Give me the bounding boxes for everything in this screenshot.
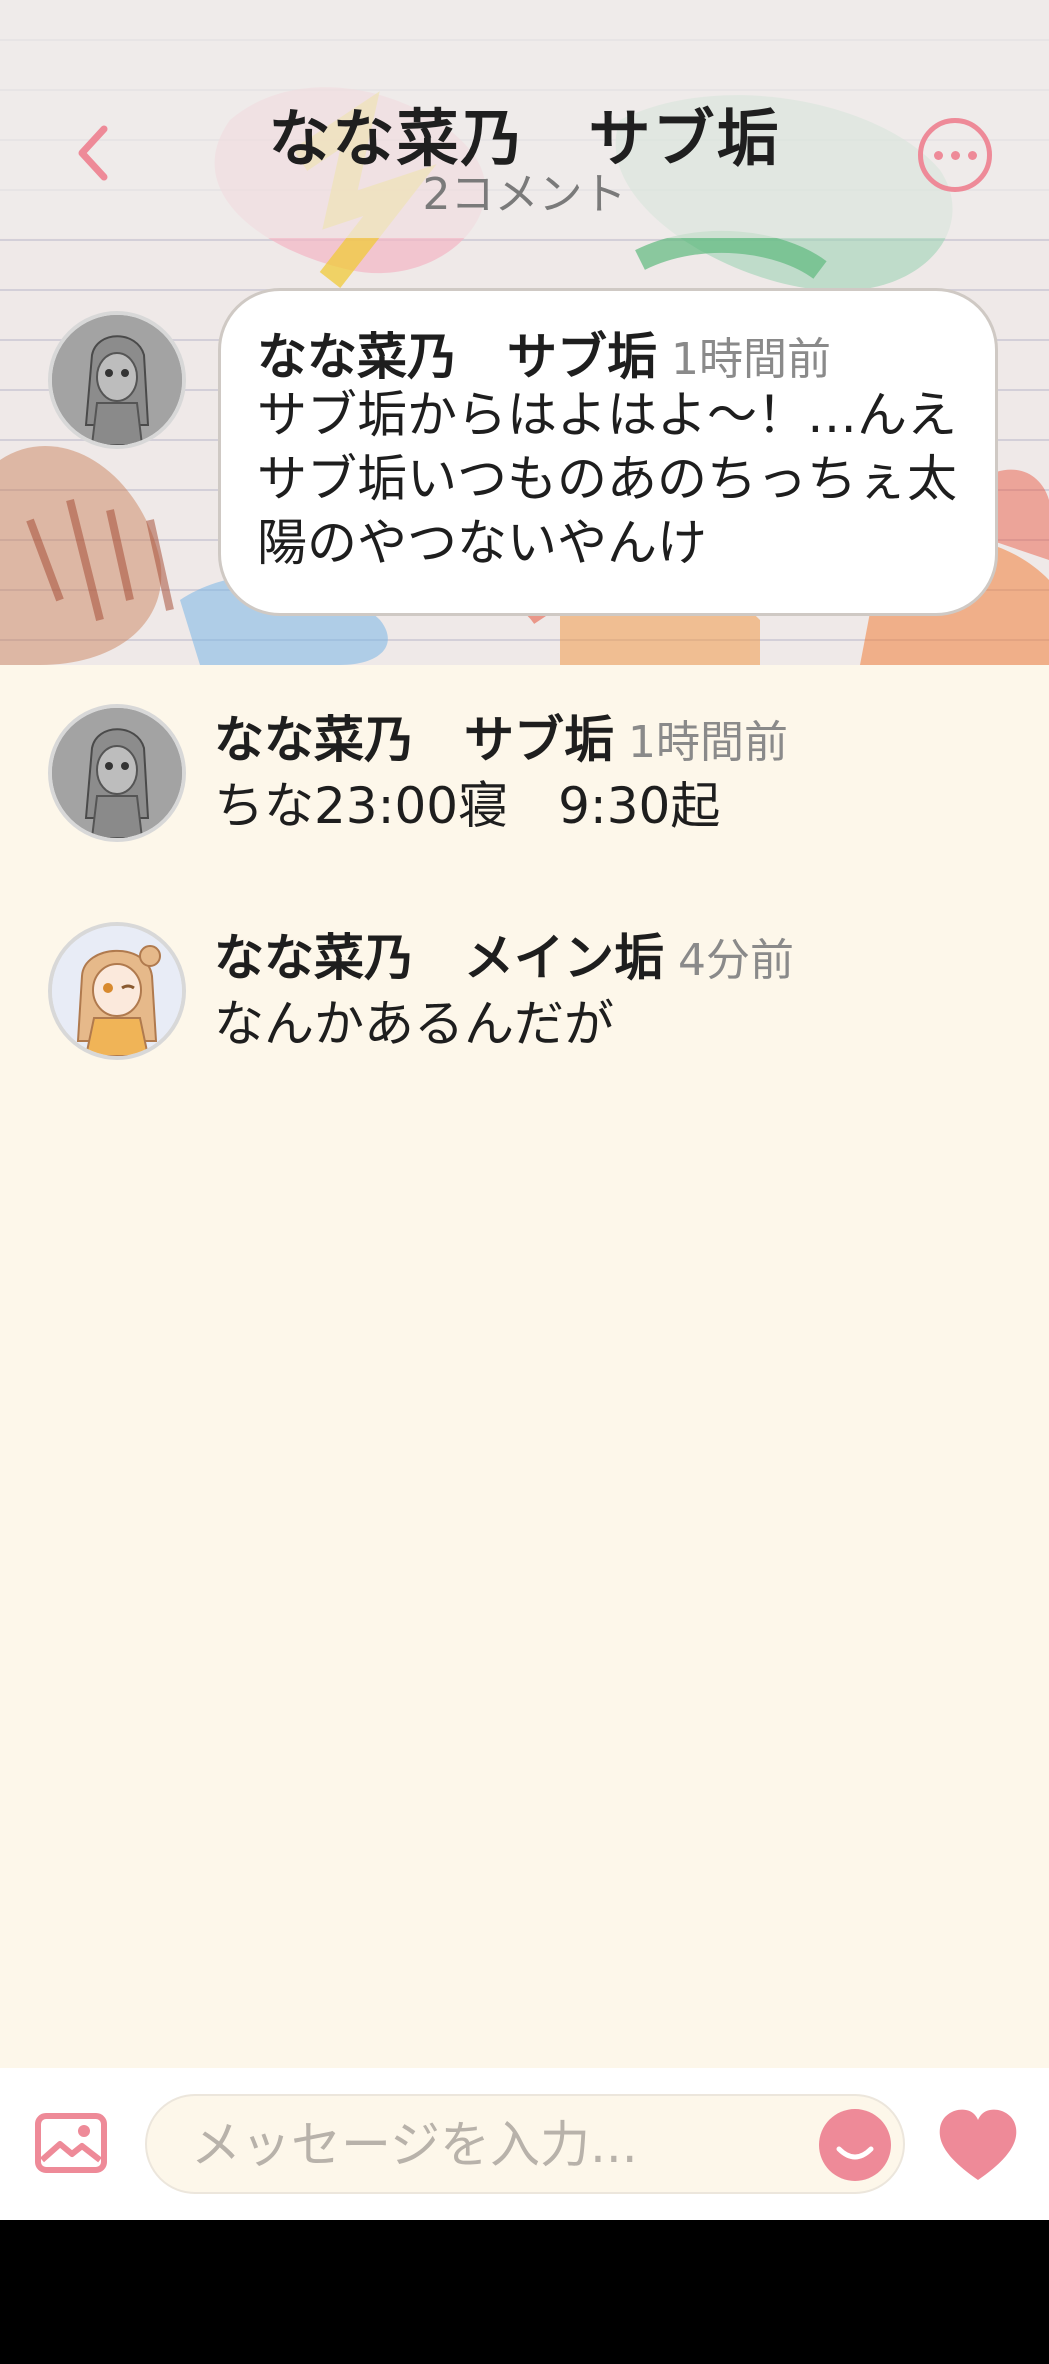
post-author-avatar[interactable] — [48, 311, 186, 449]
comment-avatar[interactable] — [48, 704, 186, 842]
image-icon — [35, 2113, 107, 2173]
comment-author-name[interactable]: なな菜乃 サブ垢 — [214, 711, 614, 769]
emoji-icon — [836, 2146, 874, 2160]
comment-avatar[interactable] — [48, 922, 186, 1060]
post-author-name[interactable]: なな菜乃 サブ垢 — [257, 328, 657, 386]
avatar-drawing — [52, 926, 182, 1056]
message-input[interactable] — [189, 2096, 753, 2194]
message-input-wrapper — [145, 2094, 905, 2194]
more-dots-icon — [933, 150, 943, 160]
emoji-button[interactable] — [819, 2109, 891, 2181]
post-time: 1時間前 — [671, 334, 831, 385]
message-composer — [0, 2068, 1049, 2220]
avatar-drawing — [52, 708, 182, 838]
post-hero: なな菜乃 サブ垢 2コメント なな菜乃 サブ垢 1時間前 サブ垢からはよはよ〜！…… — [0, 0, 1049, 665]
comment-text: ちな23:00寝 9:30起 — [214, 777, 721, 835]
comment-time: 4分前 — [678, 935, 794, 986]
comment-item: なな菜乃 サブ垢 1時間前 ちな23:00寝 9:30起 — [0, 700, 1049, 850]
comment-author-name[interactable]: なな菜乃 メイン垢 — [214, 929, 664, 987]
post-text: サブ垢からはよはよ〜！…んえサブ垢いつものあのちっちぇ太陽のやつないやんけ — [257, 386, 957, 572]
comment-count: 2コメント — [422, 169, 627, 220]
like-button[interactable] — [936, 2108, 1020, 2184]
avatar-drawing — [52, 315, 182, 445]
heart-icon — [939, 2109, 1017, 2180]
system-navigation-bar — [0, 2220, 1049, 2364]
comment-item: なな菜乃 メイン垢 4分前 なんかあるんだが — [0, 918, 1049, 1068]
comment-text: なんかあるんだが — [214, 995, 614, 1053]
post-bubble: なな菜乃 サブ垢 1時間前 サブ垢からはよはよ〜！…んえサブ垢いつものあのちっちぇ… — [218, 288, 998, 616]
attach-image-button[interactable] — [34, 2112, 108, 2174]
comment-time: 1時間前 — [628, 717, 788, 768]
more-options-button[interactable] — [918, 118, 992, 192]
